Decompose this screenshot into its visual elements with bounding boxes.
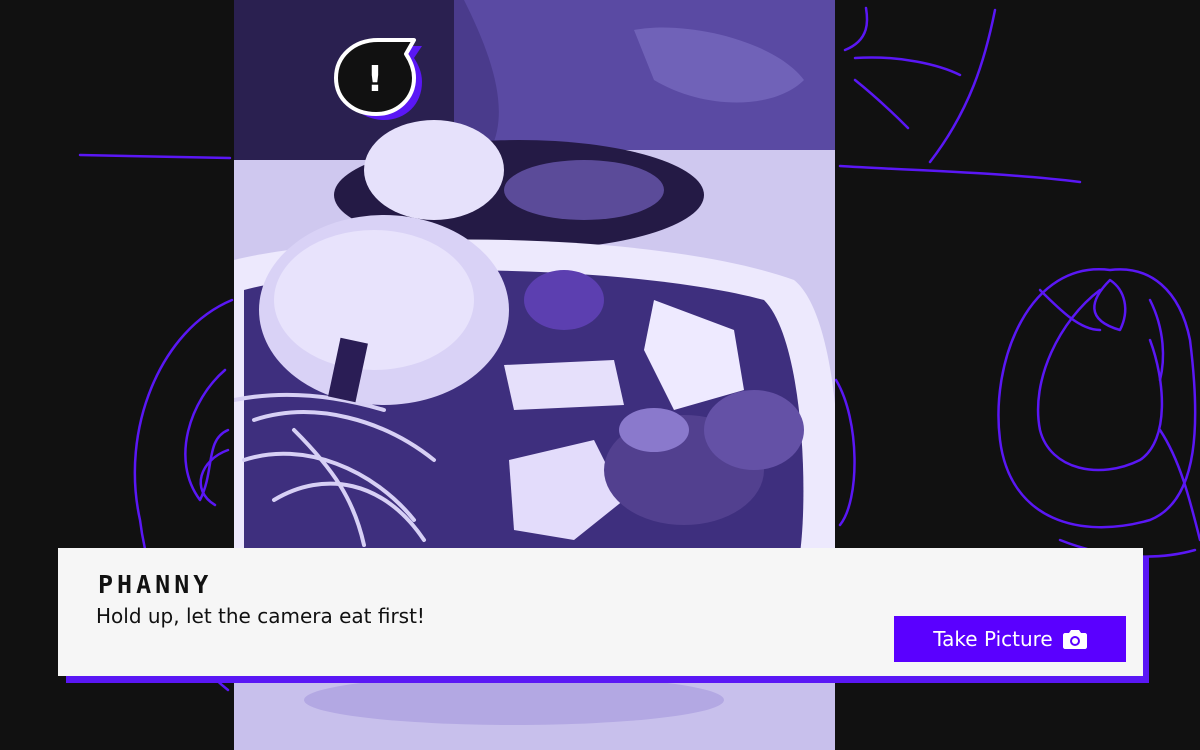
take-picture-label: Take Picture [933,627,1053,651]
alert-bubble-icon: ! [334,38,422,120]
dialog-message: Hold up, let the camera eat first! [96,604,425,628]
camera-icon [1062,629,1087,649]
alert-symbol: ! [367,59,383,100]
dialog-box: PHANNY Hold up, let the camera eat first… [58,548,1143,676]
speaker-name: PHANNY [98,570,213,599]
take-picture-button[interactable]: Take Picture [894,616,1126,662]
